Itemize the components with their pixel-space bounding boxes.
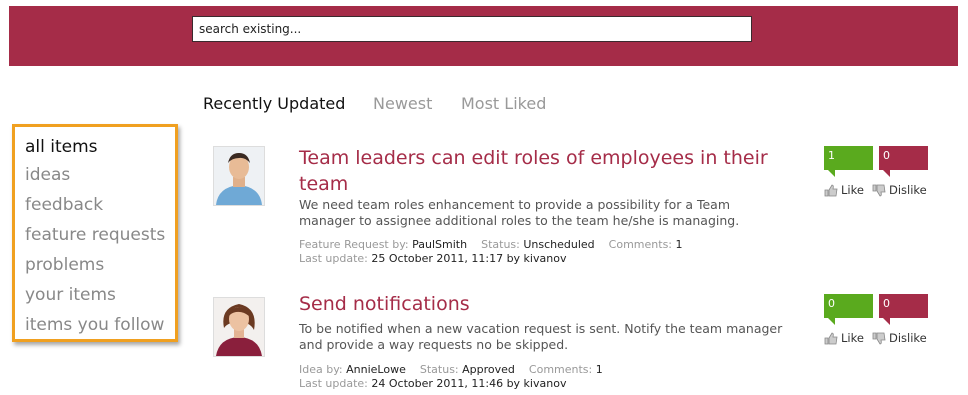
like-button[interactable]: Like: [824, 331, 864, 345]
sidebar-item-items-you-follow[interactable]: items you follow: [25, 315, 164, 335]
meta-comments-label: Comments:: [608, 238, 673, 251]
last-update-value: 25 October 2011, 11:17 by kivanov: [371, 252, 567, 265]
sidebar-item-problems[interactable]: problems: [25, 255, 104, 275]
filter-sidebar: all items ideas feedback feature request…: [12, 124, 178, 342]
sidebar-item-ideas[interactable]: ideas: [25, 165, 70, 185]
like-button[interactable]: Like: [824, 183, 864, 197]
thumbs-up-icon: [824, 332, 838, 344]
avatar: [213, 146, 265, 206]
like-label: Like: [841, 331, 864, 345]
meta-author[interactable]: PaulSmith: [412, 238, 467, 251]
dislike-button[interactable]: Dislike: [872, 331, 927, 345]
tab-newest[interactable]: Newest: [373, 94, 432, 113]
sidebar-item-feedback[interactable]: feedback: [25, 195, 103, 215]
status-value: Approved: [462, 363, 515, 376]
item-title[interactable]: Send notifications: [299, 291, 769, 317]
thumbs-down-icon: [872, 332, 886, 344]
dislike-label: Dislike: [889, 183, 927, 197]
avatar: [213, 297, 265, 357]
dislike-count: 0: [879, 146, 928, 177]
thumbs-up-icon: [824, 184, 838, 196]
meta-type-label: Feature Request by:: [299, 238, 409, 251]
comments-count[interactable]: 1: [676, 238, 683, 251]
item-meta: Idea by: AnnieLowe Status: Approved Comm…: [299, 363, 603, 377]
last-update-label: Last update:: [299, 377, 368, 390]
last-update-label: Last update:: [299, 252, 368, 265]
tab-most-liked[interactable]: Most Liked: [461, 94, 546, 113]
dislike-button[interactable]: Dislike: [872, 183, 927, 197]
dislike-label: Dislike: [889, 331, 927, 345]
meta-author[interactable]: AnnieLowe: [346, 363, 406, 376]
like-label: Like: [841, 183, 864, 197]
thumbs-down-icon: [872, 184, 886, 196]
meta-comments-label: Comments:: [528, 363, 593, 376]
item-title[interactable]: Team leaders can edit roles of employees…: [299, 145, 769, 197]
dislike-count: 0: [879, 294, 928, 325]
meta-status-label: Status:: [481, 238, 520, 251]
comments-count[interactable]: 1: [596, 363, 603, 376]
meta-type-label: Idea by:: [299, 363, 343, 376]
item-description: To be notified when a new vacation reque…: [299, 321, 783, 352]
item-last-update: Last update: 24 October 2011, 11:46 by k…: [299, 377, 566, 391]
item-meta: Feature Request by: PaulSmith Status: Un…: [299, 238, 683, 252]
woman-avatar-icon: [214, 298, 264, 356]
sidebar-item-feature-requests[interactable]: feature requests: [25, 225, 165, 245]
item-last-update: Last update: 25 October 2011, 11:17 by k…: [299, 252, 566, 266]
tab-recently-updated[interactable]: Recently Updated: [203, 94, 345, 113]
last-update-value: 24 October 2011, 11:46 by kivanov: [371, 377, 567, 390]
status-value: Unscheduled: [523, 238, 595, 251]
like-count: 1: [824, 146, 873, 177]
meta-status-label: Status:: [419, 363, 459, 376]
sidebar-item-all-items[interactable]: all items: [25, 137, 98, 157]
man-avatar-icon: [214, 147, 264, 205]
like-count: 0: [824, 294, 873, 325]
item-description: We need team roles enhancement to provid…: [299, 197, 740, 228]
search-input[interactable]: [192, 16, 752, 42]
sidebar-item-your-items[interactable]: your items: [25, 285, 116, 305]
